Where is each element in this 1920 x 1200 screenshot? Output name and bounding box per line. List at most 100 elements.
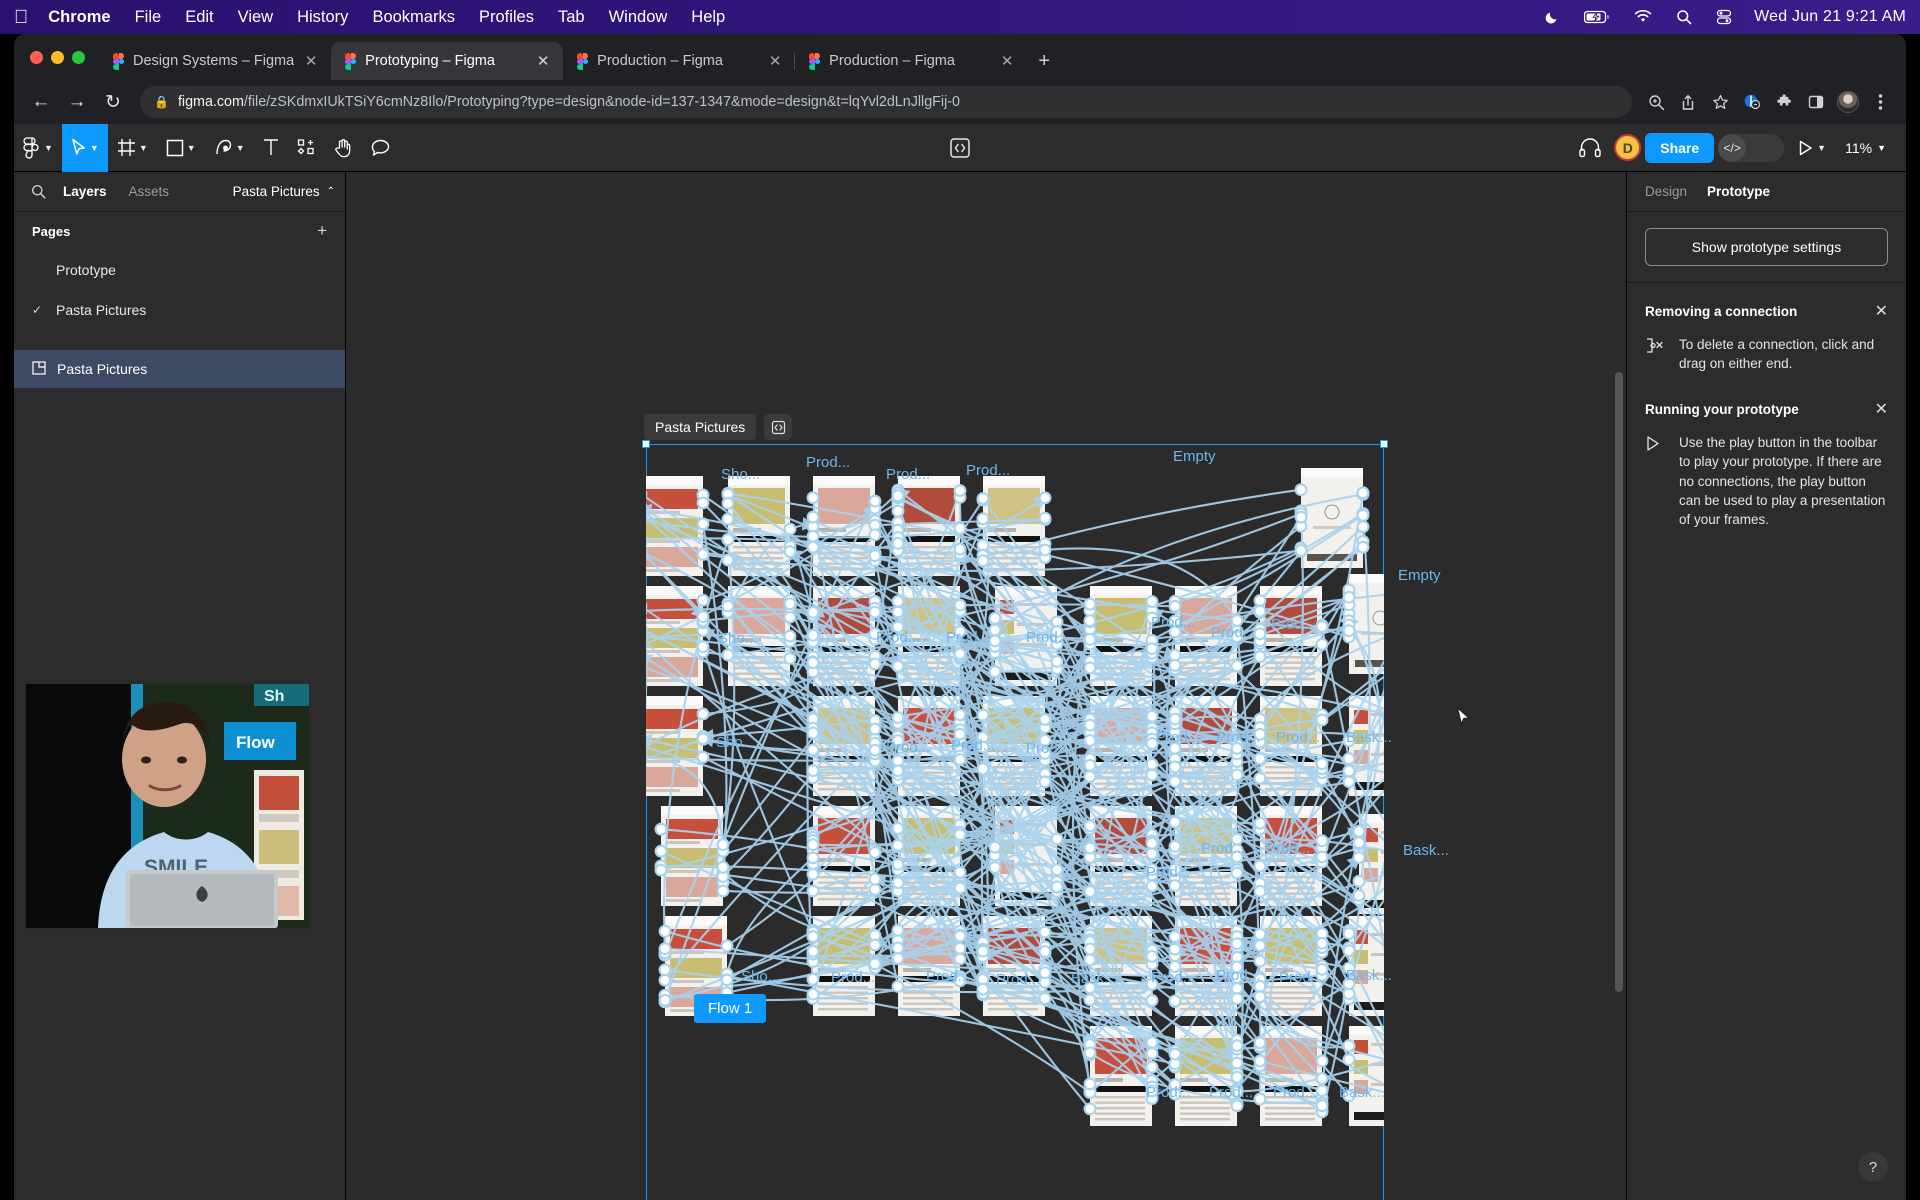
- menu-item-bookmarks[interactable]: Bookmarks: [372, 8, 455, 27]
- menu-item-edit[interactable]: Edit: [185, 8, 213, 27]
- extension-profile-icon[interactable]: [1736, 86, 1768, 118]
- connection-endpoint[interactable]: [1315, 1099, 1329, 1113]
- connection-endpoint[interactable]: [891, 594, 905, 608]
- add-page-button[interactable]: +: [317, 221, 327, 241]
- connection-endpoint[interactable]: [891, 711, 905, 725]
- connection-endpoint[interactable]: [696, 750, 710, 764]
- connection-endpoint[interactable]: [1050, 832, 1064, 846]
- connection-endpoint[interactable]: [806, 764, 820, 778]
- connection-endpoint[interactable]: [696, 640, 710, 654]
- connection-endpoint[interactable]: [1145, 1047, 1159, 1060]
- menubar-clock[interactable]: Wed Jun 21 9:21 AM: [1754, 8, 1906, 26]
- connection-endpoint[interactable]: [720, 973, 734, 987]
- frame-label[interactable]: Prod...: [1201, 840, 1245, 857]
- connection-endpoint[interactable]: [1083, 1102, 1097, 1116]
- connection-endpoint[interactable]: [976, 944, 990, 958]
- connection-endpoint[interactable]: [721, 496, 735, 510]
- menu-item-window[interactable]: Window: [609, 8, 668, 27]
- frame-label[interactable]: Prod...: [1156, 729, 1200, 746]
- frame-label[interactable]: Prod...: [1216, 729, 1260, 746]
- connection-endpoint[interactable]: [891, 857, 905, 871]
- connection-endpoint[interactable]: [1315, 620, 1329, 633]
- connection-endpoint[interactable]: [868, 938, 882, 952]
- connection-endpoint[interactable]: [1342, 1053, 1356, 1067]
- connection-endpoint[interactable]: [891, 923, 905, 937]
- frame-label[interactable]: Prod...: [926, 968, 970, 985]
- canvas-vertical-scrollbar[interactable]: [1615, 372, 1623, 992]
- connection-endpoint[interactable]: [696, 610, 710, 624]
- connection-endpoint[interactable]: [1050, 880, 1064, 894]
- puzzle-extensions-icon[interactable]: [1768, 86, 1800, 118]
- connection-endpoint[interactable]: [1168, 658, 1182, 672]
- connection-endpoint[interactable]: [1038, 511, 1052, 525]
- connection-endpoint[interactable]: [716, 838, 730, 852]
- connection-endpoint[interactable]: [696, 547, 710, 561]
- kebab-menu-icon[interactable]: [1864, 86, 1896, 118]
- connection-endpoint[interactable]: [1168, 942, 1182, 956]
- connection-endpoint[interactable]: [953, 598, 967, 612]
- connection-endpoint[interactable]: [1038, 491, 1052, 505]
- connection-endpoint[interactable]: [721, 553, 735, 567]
- connection-endpoint[interactable]: [1315, 834, 1329, 848]
- connection-endpoint[interactable]: [1083, 953, 1097, 967]
- connection-endpoint[interactable]: [1315, 757, 1329, 771]
- connection-endpoint[interactable]: [1145, 1035, 1159, 1049]
- move-tool-button[interactable]: ▼: [61, 123, 108, 172]
- connection-endpoint[interactable]: [1230, 992, 1244, 1006]
- connection-endpoint[interactable]: [868, 494, 882, 508]
- connection-endpoint[interactable]: [1038, 925, 1052, 939]
- connection-endpoint[interactable]: [806, 930, 820, 944]
- connection-endpoint[interactable]: [988, 611, 1002, 625]
- frame-label[interactable]: Prod...: [806, 454, 850, 471]
- connection-endpoint[interactable]: [721, 533, 735, 546]
- menu-item-view[interactable]: View: [238, 8, 273, 27]
- connection-endpoint[interactable]: [1253, 650, 1267, 664]
- layer-item-pasta-pictures[interactable]: Pasta Pictures: [14, 350, 345, 388]
- connection-endpoint[interactable]: [1352, 851, 1366, 865]
- connection-endpoint[interactable]: [696, 593, 710, 607]
- tab-design[interactable]: Design: [1645, 184, 1687, 199]
- comment-tool-button[interactable]: [362, 124, 399, 172]
- frame-label[interactable]: Prod...: [1211, 624, 1255, 641]
- connection-endpoint[interactable]: [868, 846, 882, 859]
- connection-endpoint[interactable]: [1253, 816, 1267, 830]
- connection-endpoint[interactable]: [1168, 599, 1182, 613]
- connection-endpoint[interactable]: [1356, 540, 1370, 554]
- battery-charging-icon[interactable]: [1584, 10, 1610, 24]
- show-prototype-settings-button[interactable]: Show prototype settings: [1645, 228, 1888, 266]
- play-prototype-button[interactable]: ▼: [1788, 124, 1835, 172]
- connection-endpoint[interactable]: [1315, 850, 1329, 864]
- connection-endpoint[interactable]: [1253, 859, 1267, 873]
- frame-label[interactable]: Prod...: [1276, 729, 1320, 746]
- connection-endpoint[interactable]: [1145, 879, 1159, 893]
- frame-label[interactable]: Prod...: [1146, 864, 1190, 881]
- connection-endpoint[interactable]: [1168, 994, 1182, 1008]
- components-tool-button[interactable]: [288, 124, 325, 172]
- menu-item-file[interactable]: File: [135, 8, 162, 27]
- flow-badge[interactable]: Flow 1: [694, 994, 767, 1023]
- frame-label[interactable]: Bask...: [1346, 967, 1392, 984]
- connection-endpoint[interactable]: [1083, 770, 1097, 784]
- frame-label[interactable]: Prod...: [1279, 969, 1323, 986]
- connection-endpoint[interactable]: [1168, 760, 1182, 774]
- connection-endpoint[interactable]: [1253, 771, 1267, 785]
- frame-label[interactable]: Prod...: [1146, 1084, 1190, 1101]
- menu-item-profiles[interactable]: Profiles: [479, 8, 534, 27]
- connection-endpoint[interactable]: [806, 851, 820, 865]
- frame-label[interactable]: Prod...: [886, 739, 930, 756]
- connection-endpoint[interactable]: [891, 979, 905, 993]
- connection-endpoint[interactable]: [976, 554, 990, 568]
- figma-menu-button[interactable]: ▼: [14, 124, 62, 172]
- connection-endpoint[interactable]: [1145, 1060, 1159, 1074]
- connection-endpoint[interactable]: [721, 648, 735, 662]
- frame-label[interactable]: Prod...: [1151, 614, 1195, 631]
- window-maximize-button[interactable]: [72, 50, 85, 64]
- figma-canvas[interactable]: Pasta Pictures Empty Sho... Prod... Prod…: [346, 172, 1626, 1200]
- canvas-page-label[interactable]: Pasta Pictures: [644, 414, 757, 440]
- frame-label[interactable]: Sho...: [741, 968, 780, 985]
- connection-endpoint[interactable]: [806, 867, 820, 881]
- connection-endpoint[interactable]: [1168, 815, 1182, 829]
- connection-endpoint[interactable]: [1038, 945, 1052, 958]
- menu-item-history[interactable]: History: [297, 8, 348, 27]
- text-tool-button[interactable]: [254, 124, 288, 172]
